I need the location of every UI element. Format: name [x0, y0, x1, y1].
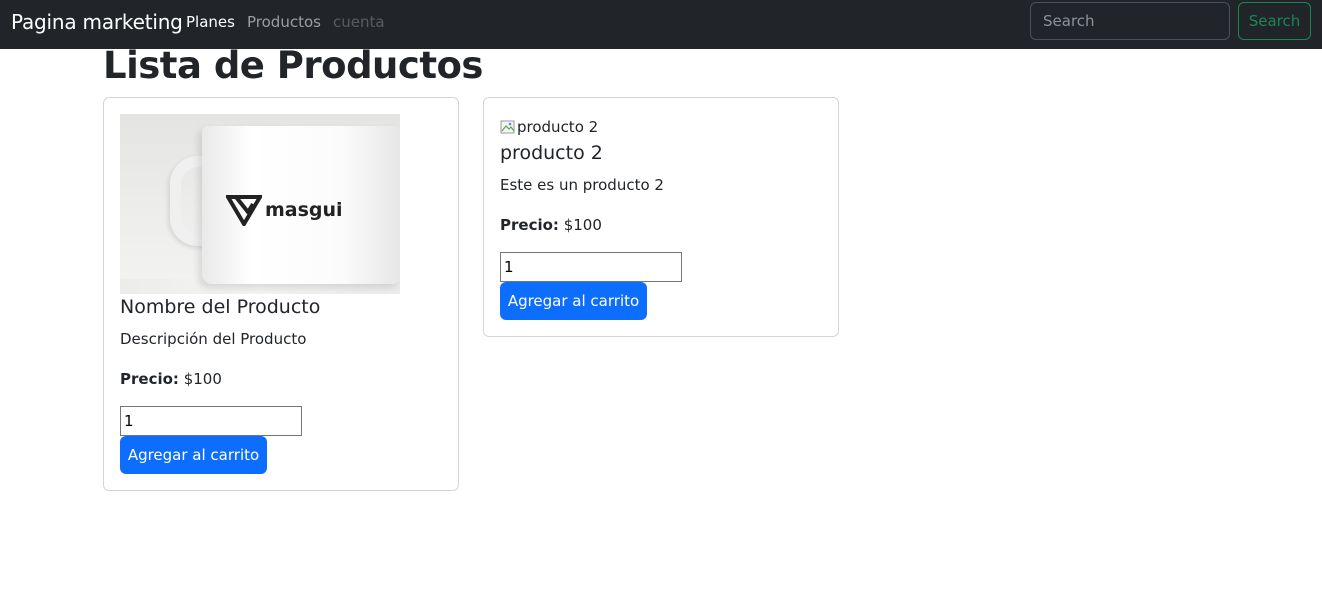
quantity-input[interactable]	[120, 406, 302, 436]
add-to-cart-button[interactable]: Agregar al carrito	[120, 436, 267, 474]
product-image-mug: masgui	[120, 114, 400, 294]
navbar-brand[interactable]: Pagina marketing	[11, 10, 183, 34]
product-price: Precio: $100	[120, 370, 222, 388]
product-name: Nombre del Producto	[120, 296, 321, 318]
product-card: masgui Nombre del Producto Descripción d…	[103, 97, 459, 491]
navbar: Pagina marketing Planes Productos cuenta…	[0, 0, 1322, 49]
brand-logo-icon	[226, 195, 262, 226]
product-price: Precio: $100	[500, 216, 602, 234]
page-title: Lista de Productos	[103, 44, 483, 87]
search-input[interactable]	[1030, 2, 1230, 40]
mug-logo-text: masgui	[265, 199, 343, 221]
product-name: producto 2	[500, 142, 603, 164]
price-value: $100	[183, 370, 222, 388]
product-image-broken: producto 2	[500, 118, 598, 136]
nav-link-productos[interactable]: Productos	[247, 13, 321, 31]
product-description: Descripción del Producto	[120, 330, 307, 348]
add-to-cart-button[interactable]: Agregar al carrito	[500, 282, 647, 320]
broken-image-icon	[500, 120, 515, 134]
nav-link-planes[interactable]: Planes	[186, 13, 235, 31]
product-card: producto 2 producto 2 Este es un product…	[483, 97, 839, 337]
mug-logo: masgui	[226, 194, 343, 226]
price-label: Precio:	[500, 216, 559, 234]
product-description: Este es un producto 2	[500, 176, 664, 194]
price-label: Precio:	[120, 370, 179, 388]
nav-link-cuenta: cuenta	[333, 13, 385, 31]
price-value: $100	[563, 216, 602, 234]
image-alt-text: producto 2	[517, 118, 599, 136]
search-button[interactable]: Search	[1238, 2, 1311, 40]
quantity-input[interactable]	[500, 252, 682, 282]
